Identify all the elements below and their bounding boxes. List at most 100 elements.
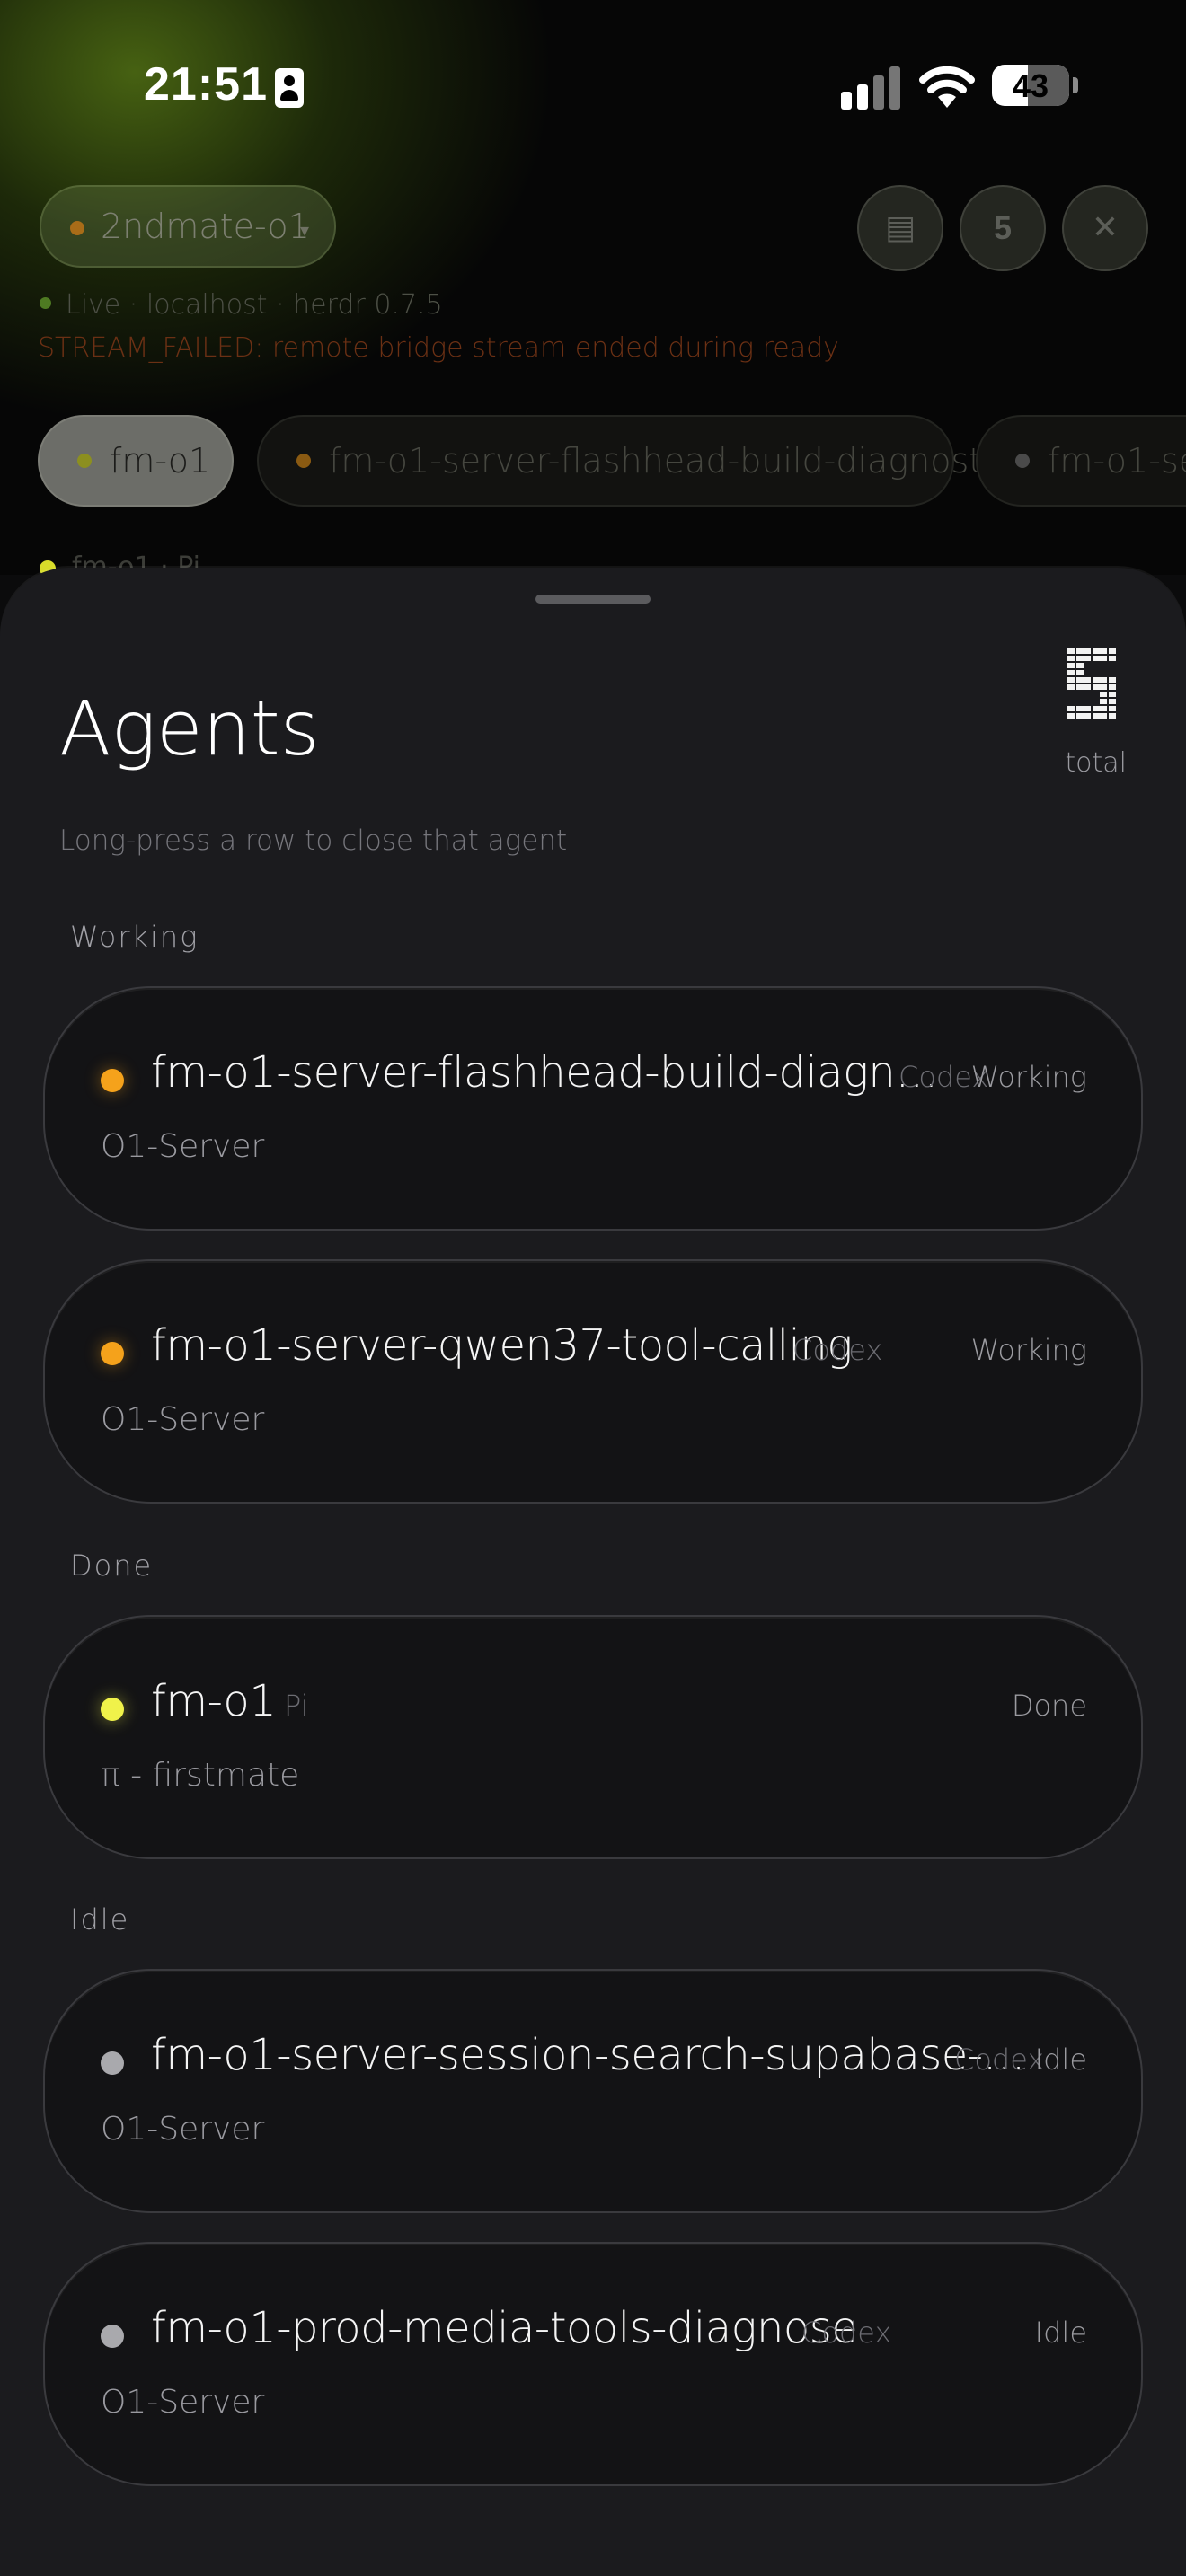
digit-pixel xyxy=(1100,706,1107,711)
tab-fm-o1[interactable]: fm-o1 xyxy=(38,415,234,507)
digit-pixel xyxy=(1100,677,1107,683)
agents-sheet: Agents total Long-press a row to close t… xyxy=(0,568,1186,2576)
digit-pixel xyxy=(1067,663,1075,668)
agent-kind: Codex xyxy=(954,2042,1045,2077)
digit-pixel xyxy=(1067,656,1075,661)
connection-status-text: Live · localhost · herdr 0.7.5 xyxy=(66,289,443,321)
agent-state: Idle xyxy=(1034,2316,1087,2350)
digit-pixel xyxy=(1067,684,1075,690)
agent-tabs: fm-o1 fm-o1-server-flashhead-build-diagn… xyxy=(0,415,1186,508)
agent-row[interactable]: fm-o1-server-flashhead-build-diagn… Code… xyxy=(43,986,1143,1231)
agent-status-dot xyxy=(101,1698,124,1721)
agent-status-dot xyxy=(101,2051,124,2075)
live-status-dot xyxy=(40,297,51,309)
contact-card-icon xyxy=(275,68,304,108)
digit-pixel xyxy=(1076,677,1084,683)
total-count xyxy=(1067,648,1118,720)
digit-pixel xyxy=(1109,706,1116,711)
agent-row[interactable]: fm-o1-prod-media-tools-diagnose Codex Id… xyxy=(43,2242,1143,2486)
sheet-hint: Long-press a row to close that agent xyxy=(59,825,568,857)
agent-project: O1-Server xyxy=(101,2111,265,2148)
digit-pixel xyxy=(1076,684,1084,690)
agent-state: Idle xyxy=(1034,2042,1087,2077)
digit-pixel xyxy=(1109,648,1116,654)
agent-kind: Pi xyxy=(284,1689,309,1723)
digit-pixel xyxy=(1100,656,1107,661)
digit-pixel xyxy=(1076,670,1084,675)
agent-name: fm-o1-prod-media-tools-diagnose xyxy=(151,2303,858,2353)
close-button[interactable]: ✕ xyxy=(1062,185,1148,271)
battery-tip xyxy=(1073,77,1078,93)
tab-fm-o1-serv[interactable]: fm-o1-serv xyxy=(976,415,1186,507)
digit-pixel xyxy=(1076,663,1084,668)
digit-pixel xyxy=(1076,648,1084,654)
close-icon: ✕ xyxy=(1091,209,1120,246)
agent-count-button[interactable]: 5 xyxy=(960,185,1046,271)
agent-status-dot xyxy=(101,2325,124,2348)
digit-pixel xyxy=(1067,713,1075,719)
connection-status: Live · localhost · herdr 0.7.5 xyxy=(40,289,443,321)
agent-project: π - firstmate xyxy=(101,1757,300,1794)
agent-name: fm-o1-server-flashhead-build-diagn… xyxy=(151,1047,938,1098)
background-session-view: 21:51 43 2ndmate-o1 ▾ ▤ 5 ✕ Live · local… xyxy=(0,0,1186,583)
digit-pixel xyxy=(1093,684,1100,690)
digit-pixel xyxy=(1084,656,1091,661)
section-idle: Idle xyxy=(70,1902,130,1936)
digit-pixel xyxy=(1084,677,1091,683)
digit-pixel xyxy=(1109,684,1116,690)
digit-pixel xyxy=(1084,648,1091,654)
digit-pixel xyxy=(1109,699,1116,704)
stream-error-message: STREAM_FAILED: remote bridge stream ende… xyxy=(38,332,839,364)
tab-label: fm-o1-server-flashhead-build-diagnostics xyxy=(329,441,1029,481)
digit-pixel xyxy=(1076,713,1084,719)
sheet-grabber[interactable] xyxy=(535,595,651,604)
session-name: 2ndmate-o1 xyxy=(101,207,310,246)
tab-status-dot xyxy=(296,453,311,468)
digit-pixel xyxy=(1076,656,1084,661)
sheet-title: Agents xyxy=(59,684,320,772)
digit-pixel xyxy=(1109,656,1116,661)
digit-pixel xyxy=(1093,706,1100,711)
session-selector[interactable]: 2ndmate-o1 ▾ xyxy=(40,185,336,268)
digit-pixel xyxy=(1067,670,1075,675)
tab-fm-o1-server-flashhead-build-diagnostics[interactable]: fm-o1-server-flashhead-build-diagnostics xyxy=(257,415,1028,507)
agent-project: O1-Server xyxy=(101,2384,265,2421)
digit-pixel xyxy=(1084,684,1091,690)
agent-state: Done xyxy=(1011,1689,1087,1723)
session-status-dot xyxy=(70,221,84,235)
agent-row[interactable]: fm-o1 Pi Done π - firstmate xyxy=(43,1615,1143,1859)
battery-percent: 43 xyxy=(1012,67,1049,104)
digit-pixel xyxy=(1100,713,1107,719)
digit-pixel xyxy=(1067,706,1075,711)
section-done: Done xyxy=(70,1548,154,1583)
digit-pixel xyxy=(1100,699,1107,704)
agent-state: Working xyxy=(970,1060,1087,1094)
agent-name: fm-o1 xyxy=(151,1676,277,1726)
digit-pixel xyxy=(1093,648,1100,654)
digit-pixel xyxy=(1067,677,1075,683)
status-bar: 21:51 43 xyxy=(0,0,1186,171)
chevron-down-icon: ▾ xyxy=(300,219,310,241)
agent-kind: Codex xyxy=(792,1333,883,1367)
tab-status-dot xyxy=(1015,453,1030,468)
total-label: total xyxy=(1065,747,1127,779)
cellular-signal-icon xyxy=(841,66,902,110)
agent-row[interactable]: fm-o1-server-qwen37-tool-calling Codex W… xyxy=(43,1259,1143,1504)
tab-label: fm-o1 xyxy=(110,441,211,481)
agent-project: O1-Server xyxy=(101,1128,265,1165)
digit-pixel xyxy=(1093,677,1100,683)
digit-pixel xyxy=(1100,684,1107,690)
agent-status-dot xyxy=(101,1069,124,1092)
agent-row[interactable]: fm-o1-server-session-search-supabase-… C… xyxy=(43,1969,1143,2213)
section-working: Working xyxy=(70,920,199,954)
digit-pixel xyxy=(1093,713,1100,719)
agent-name: fm-o1-server-session-search-supabase-… xyxy=(151,2030,1026,2080)
agent-state: Working xyxy=(970,1333,1087,1367)
terminal-button[interactable]: ▤ xyxy=(857,185,943,271)
digit-pixel xyxy=(1109,677,1116,683)
status-time: 21:51 xyxy=(144,58,268,110)
agent-kind: Codex xyxy=(801,2316,892,2350)
digit-pixel xyxy=(1084,706,1091,711)
agent-name: fm-o1-server-qwen37-tool-calling xyxy=(151,1320,853,1371)
agent-status-dot xyxy=(101,1342,124,1365)
